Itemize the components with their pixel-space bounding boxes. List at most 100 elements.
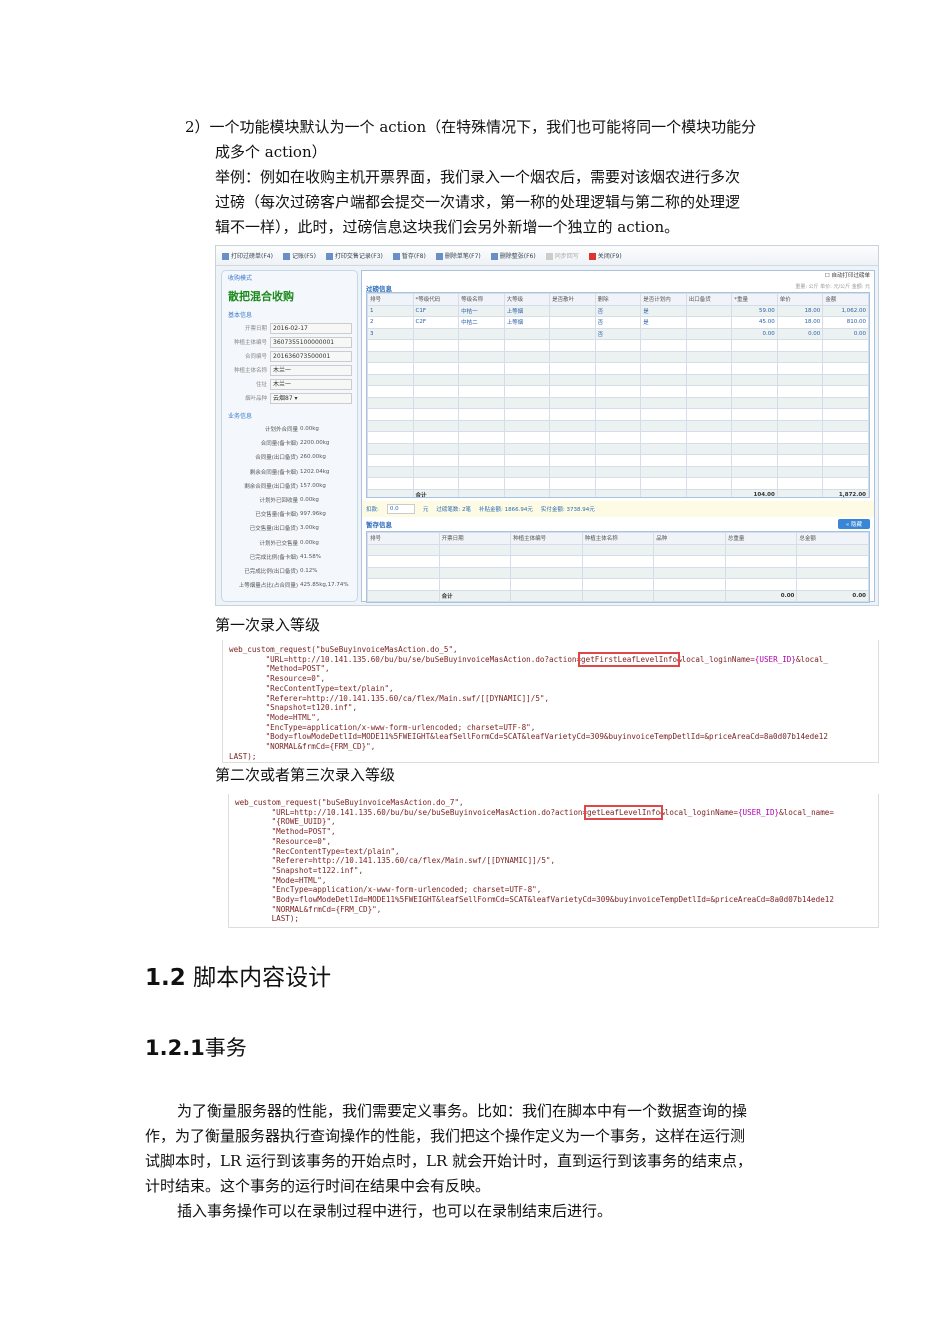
table-cell [367,408,414,421]
table-cell [412,339,460,352]
table-row[interactable]: 2 C2F 中桔二 上等烟 否是 45.00 18.00 810.00 [367,316,869,329]
table-cell [549,362,596,375]
auto-print-checkbox[interactable]: ☐ 自动打印过磅单 [362,271,874,283]
table-cell [438,543,512,556]
empty-row [367,454,869,467]
empty-row [367,578,869,591]
table-cell [367,339,414,352]
total-cell [640,488,687,497]
column-header: 是否计划内 [640,293,687,306]
embedded-screenshot: 打印过磅单(F4) 记账(F5) 打印交售记录(F3) 暂存(F8) 删除单笔(F7) 删… [215,245,879,606]
field-value[interactable]: 2016-02-17 [270,322,352,334]
empty-row [367,566,869,579]
table-row[interactable]: 3 否 0.00 0.00 0.00 [367,327,869,340]
table-cell [731,465,778,478]
toolbar-label: 打印过磅单(F4) [231,253,273,260]
table-cell [503,350,551,363]
toolbar-icon [588,253,596,260]
toolbar-button[interactable]: 打印交售记录(F3) [325,251,383,260]
field-value: 0.00kg [300,539,319,546]
code-line: web_custom_request("buSeBuyinvoiceMasAct… [229,645,458,654]
code-line: "EncType=application/x-www-form-urlencod… [235,885,542,895]
table-cell [776,431,824,444]
toolbar-button[interactable]: 记账(F5) [282,251,316,260]
table-cell [594,350,642,363]
table-cell [581,555,655,568]
table-cell [412,327,460,340]
deduct-input[interactable]: 0.0 [386,504,415,514]
toolbar-button[interactable]: 关闭(F9) [588,251,622,260]
table-cell [367,419,414,432]
intro-text: 2）一个功能模块默认为一个 action（在特殊情况下，我们也可能将同一个模块功… [185,115,825,240]
table-cell [640,385,687,398]
table-cell [503,385,551,398]
biz-field: 剩余合同量(备卡烟) 1202.04kg [222,465,357,479]
table-cell: 1 [367,304,414,317]
empty-row [367,431,869,444]
toolbar-button[interactable]: 打印过磅单(F4) [222,251,273,260]
total-cell: 合计 [438,589,512,602]
intro-line: 成多个 action） [215,143,327,161]
table-cell: C1F [412,304,460,317]
total-cell: 合计 [412,488,460,497]
field-label: 种植主体编号 [233,340,267,346]
field-label: 已交售量(出口备货) [249,526,298,533]
basic-field: 合同编号 201636073500001 [222,349,357,363]
empty-row [367,385,869,398]
toolbar-button[interactable]: 删除整张(F6) [490,251,536,260]
highlighted-action: getLeafLevelInfo [584,804,664,820]
table-cell [503,431,551,444]
biz-field: 已交售量(出口备货) 3.00kg [222,521,357,535]
body-line: 为了衡量服务器的性能，我们需要定义事务。比如：我们在脚本中有一个数据查询的操 [177,1102,748,1120]
table-cell [796,555,869,568]
table-cell [776,454,824,467]
weigh-table: 排号 *等级代码 等级名称 大等级 是否散叶 删除 是否计划内 出口备货 *重量 单价 金额 1 C1F… [367,293,869,497]
table-cell [731,362,778,375]
biz-field: 合同量(出口备货) 260.00kg [222,450,357,464]
table-cell [438,578,512,591]
table-cell [685,431,733,444]
empty-row [367,555,869,568]
hide-button[interactable]: « 隐藏 [837,519,870,529]
basic-field: 烟叶品种 云烟87 ▾ [222,391,357,405]
code-line: "NORMAL&frmCd={FRM_CD}", [235,904,382,914]
field-value[interactable]: 云烟87 ▾ [270,392,352,404]
table-cell [549,373,596,386]
total-cell: 1,872.00 [822,488,869,497]
table-cell [640,465,687,478]
table-cell [367,442,414,455]
table-cell [731,373,778,386]
field-value[interactable]: 3607355100000001 [270,336,352,348]
table-cell [640,362,687,375]
table-cell [640,442,687,455]
table-cell [412,431,460,444]
code-text: "URL=http://10.141.135.60/bu/bu/se/buSeB… [235,807,588,817]
table-cell [822,385,869,398]
table-cell [503,327,551,340]
toolbar-button[interactable]: 删除单笔(F7) [435,251,481,260]
toolbar-button[interactable]: 同步回写 [545,251,579,260]
table-cell [822,350,869,363]
table-cell [594,362,642,375]
table-cell [731,339,778,352]
table-cell [640,339,687,352]
empty-row [367,350,869,363]
table-cell [685,373,733,386]
table-cell [822,419,869,432]
biz-field: 剩余合同量(出口备货) 157.00kg [222,479,357,493]
table-cell [503,339,551,352]
field-value[interactable]: 201636073500001 [270,350,352,362]
table-cell [412,419,460,432]
caption-second-entry: 第二次或者第三次录入等级 [215,766,396,784]
table-cell [640,408,687,421]
toolbar-button[interactable]: 暂存(F8) [392,251,426,260]
field-value[interactable]: 木兰一 [270,364,352,376]
table-cell [438,566,512,579]
table-cell [822,339,869,352]
total-cell [653,589,726,602]
empty-row [367,339,869,352]
field-value[interactable]: 木兰一 [270,378,352,390]
table-cell [653,578,726,591]
table-cell [549,350,596,363]
table-row[interactable]: 1 C1F 中桔一 上等烟 否是 59.00 18.00 1,062.00 [367,304,869,317]
